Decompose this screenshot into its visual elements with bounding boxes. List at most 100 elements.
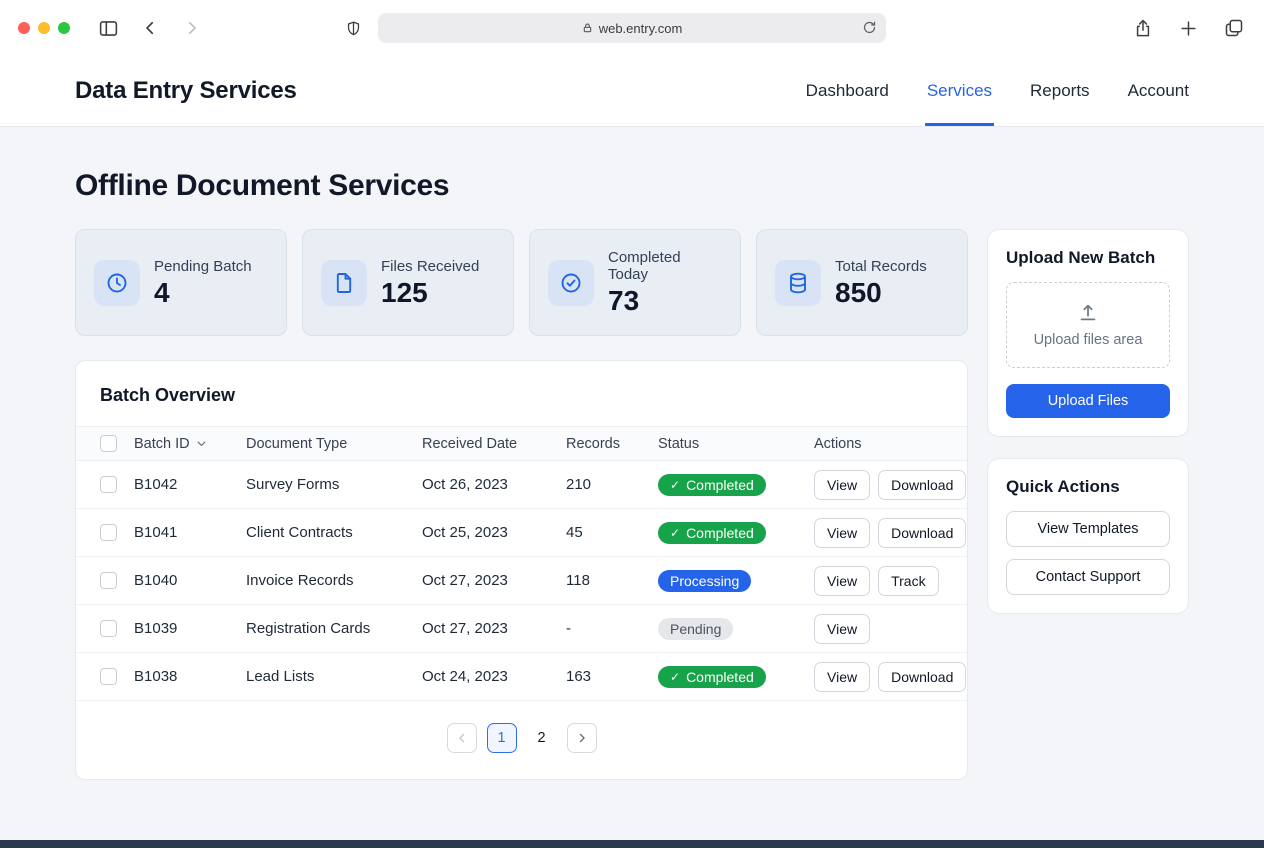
- received-date-cell: Oct 27, 2023: [422, 620, 566, 637]
- row-checkbox[interactable]: [100, 476, 117, 493]
- received-date-cell: Oct 24, 2023: [422, 668, 566, 685]
- received-date-cell: Oct 27, 2023: [422, 572, 566, 589]
- url-text: web.entry.com: [599, 21, 683, 36]
- row-checkbox[interactable]: [100, 524, 117, 541]
- file-icon: [321, 260, 367, 306]
- share-icon[interactable]: [1131, 16, 1155, 41]
- batch-id-cell: B1041: [134, 524, 246, 541]
- view-templates-button[interactable]: View Templates: [1006, 511, 1170, 547]
- received-date-cell: Oct 26, 2023: [422, 476, 566, 493]
- upload-dropzone[interactable]: Upload files area: [1006, 282, 1170, 368]
- column-header-status: Status: [658, 436, 814, 452]
- stat-label: Pending Batch: [154, 258, 252, 275]
- forward-icon[interactable]: [181, 17, 203, 39]
- check-icon: ✓: [670, 527, 680, 539]
- nav-item-reports[interactable]: Reports: [1030, 56, 1090, 126]
- column-header-batch-id[interactable]: Batch ID: [134, 436, 246, 452]
- tab-overview-icon[interactable]: [1222, 16, 1246, 40]
- download-button[interactable]: Download: [878, 662, 966, 692]
- batch-id-cell: B1038: [134, 668, 246, 685]
- stat-label: Total Records: [835, 258, 927, 275]
- upload-panel: Upload New Batch Upload files area Uploa…: [987, 229, 1189, 437]
- new-tab-icon[interactable]: [1177, 17, 1200, 40]
- dropzone-label: Upload files area: [1034, 332, 1143, 348]
- upload-files-button[interactable]: Upload Files: [1006, 384, 1170, 418]
- row-checkbox[interactable]: [100, 668, 117, 685]
- document-type-cell: Survey Forms: [246, 476, 422, 493]
- status-badge: ✓Completed: [658, 666, 766, 688]
- main-content: Offline Document Services Pending Batch …: [0, 127, 1264, 840]
- stat-card-files-received: Files Received 125: [302, 229, 514, 336]
- view-button[interactable]: View: [814, 518, 870, 548]
- pagination: 1 2: [76, 701, 967, 779]
- pagination-prev-icon[interactable]: [447, 723, 477, 753]
- stat-card-total-records: Total Records 850: [756, 229, 968, 336]
- select-all-checkbox[interactable]: [100, 435, 117, 452]
- batch-id-cell: B1039: [134, 620, 246, 637]
- stat-label: Completed Today: [608, 249, 722, 283]
- records-cell: 118: [566, 572, 658, 589]
- quick-actions-title: Quick Actions: [1006, 477, 1170, 497]
- pagination-next-icon[interactable]: [567, 723, 597, 753]
- stat-card-completed-today: Completed Today 73: [529, 229, 741, 336]
- document-type-cell: Invoice Records: [246, 572, 422, 589]
- check-icon: ✓: [670, 671, 680, 683]
- table-header-row: Batch ID Document Type Received Date Rec…: [76, 426, 967, 461]
- footer-strip: [0, 840, 1264, 848]
- close-button[interactable]: [18, 22, 30, 34]
- status-badge: Pending: [658, 618, 733, 640]
- pagination-page-2[interactable]: 2: [527, 723, 557, 753]
- chevron-down-icon: [195, 437, 208, 450]
- clock-icon: [94, 260, 140, 306]
- nav-item-account[interactable]: Account: [1128, 56, 1189, 126]
- records-cell: 163: [566, 668, 658, 685]
- table-row: B1042 Survey Forms Oct 26, 2023 210 ✓Com…: [76, 461, 967, 509]
- quick-actions-panel: Quick Actions View Templates Contact Sup…: [987, 458, 1189, 614]
- batch-id-cell: B1040: [134, 572, 246, 589]
- row-checkbox[interactable]: [100, 572, 117, 589]
- download-button[interactable]: Download: [878, 470, 966, 500]
- status-label: Completed: [686, 478, 754, 492]
- window-controls: [18, 22, 70, 34]
- records-cell: 45: [566, 524, 658, 541]
- view-button[interactable]: View: [814, 662, 870, 692]
- minimize-button[interactable]: [38, 22, 50, 34]
- pagination-page-1[interactable]: 1: [487, 723, 517, 753]
- download-button[interactable]: Download: [878, 518, 966, 548]
- stat-value: 850: [835, 278, 927, 307]
- sidebar-toggle-icon[interactable]: [96, 16, 121, 41]
- view-button[interactable]: View: [814, 566, 870, 596]
- row-actions: View Download: [814, 518, 967, 548]
- status-label: Pending: [670, 622, 721, 636]
- view-button[interactable]: View: [814, 614, 870, 644]
- row-checkbox[interactable]: [100, 620, 117, 637]
- row-actions: View Download: [814, 470, 967, 500]
- check-icon: ✓: [670, 479, 680, 491]
- batch-overview-card: Batch Overview Batch ID Document Type Re…: [75, 360, 968, 780]
- nav-item-services[interactable]: Services: [927, 56, 992, 126]
- status-label: Processing: [670, 574, 739, 588]
- records-cell: 210: [566, 476, 658, 493]
- back-icon[interactable]: [139, 17, 161, 39]
- row-actions: View Download: [814, 662, 967, 692]
- address-bar[interactable]: web.entry.com: [378, 13, 886, 43]
- column-header-document-type: Document Type: [246, 436, 422, 452]
- track-button[interactable]: Track: [878, 566, 938, 596]
- table-row: B1040 Invoice Records Oct 27, 2023 118 P…: [76, 557, 967, 605]
- upload-icon: [1077, 302, 1099, 324]
- privacy-shield-icon[interactable]: [345, 20, 362, 37]
- records-cell: -: [566, 620, 658, 637]
- status-label: Completed: [686, 526, 754, 540]
- contact-support-button[interactable]: Contact Support: [1006, 559, 1170, 595]
- reload-icon[interactable]: [862, 20, 877, 35]
- document-type-cell: Registration Cards: [246, 620, 422, 637]
- lock-icon: [582, 22, 593, 34]
- stat-cards: Pending Batch 4 Files Received 125: [75, 229, 968, 336]
- row-actions: View: [814, 614, 967, 644]
- nav-item-dashboard[interactable]: Dashboard: [806, 56, 889, 126]
- document-type-cell: Lead Lists: [246, 668, 422, 685]
- table-row: B1038 Lead Lists Oct 24, 2023 163 ✓Compl…: [76, 653, 967, 701]
- zoom-button[interactable]: [58, 22, 70, 34]
- view-button[interactable]: View: [814, 470, 870, 500]
- stat-value: 4: [154, 278, 252, 307]
